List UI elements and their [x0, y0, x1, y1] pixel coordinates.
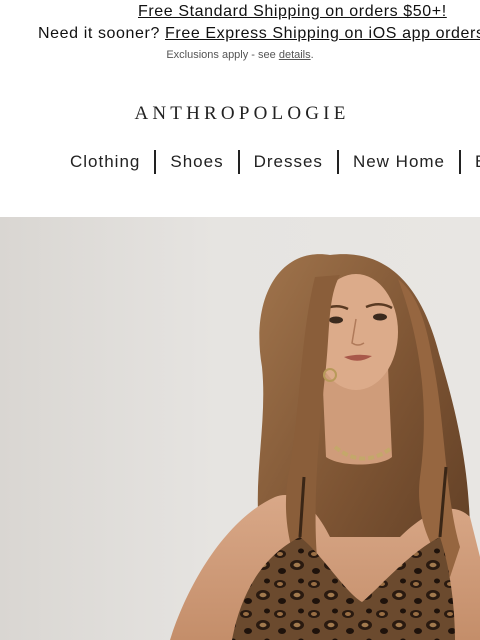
exclusions-note: Exclusions apply - see details. — [0, 49, 480, 61]
promo-standard-shipping: Free Standard Shipping on orders $50+! — [138, 3, 447, 21]
details-link[interactable]: details — [279, 49, 311, 61]
exclusions-period: . — [310, 49, 314, 61]
promo-express-shipping: Need it sooner? Free Express Shipping on… — [38, 25, 480, 43]
exclusions-text: Exclusions apply - see — [166, 49, 276, 61]
nav-item-new-home[interactable]: New Home — [353, 150, 445, 174]
nav-divider — [154, 150, 157, 174]
need-it-sooner-text: Need it sooner? — [38, 25, 160, 42]
brand-logo[interactable]: ANTHROPOLOGIE — [2, 103, 480, 125]
hero-photo — [170, 254, 480, 640]
express-shipping-link[interactable]: Free Express Shipping on iOS app orders — [165, 25, 480, 42]
hero-banner[interactable] — [0, 217, 480, 640]
main-nav: Clothing Shoes Dresses New Home B — [70, 150, 480, 174]
nav-divider — [336, 150, 339, 174]
nav-divider — [237, 150, 240, 174]
nav-item-truncated[interactable]: B — [475, 150, 480, 174]
standard-shipping-link[interactable]: Free Standard Shipping on orders $50+! — [138, 3, 447, 20]
nav-divider — [459, 150, 462, 174]
nav-item-shoes[interactable]: Shoes — [170, 150, 223, 174]
nav-item-dresses[interactable]: Dresses — [254, 150, 323, 174]
nav-item-clothing[interactable]: Clothing — [70, 150, 140, 174]
